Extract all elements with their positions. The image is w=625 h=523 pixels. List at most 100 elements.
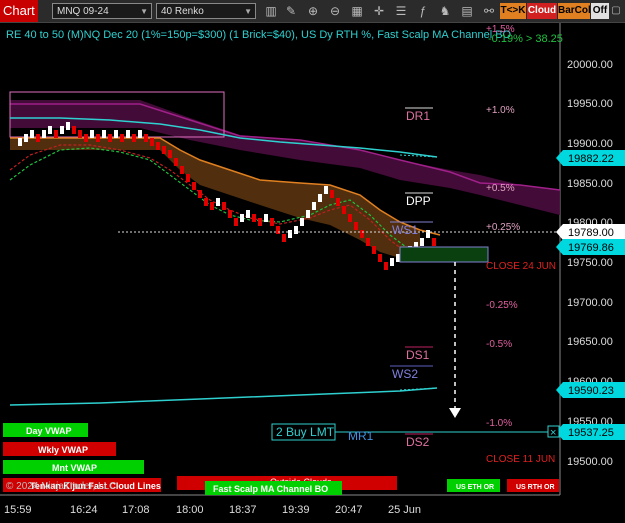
- renko-brick: [138, 130, 142, 138]
- renko-brick: [300, 218, 304, 226]
- renko-brick: [156, 142, 160, 150]
- pencil-icon[interactable]: ✎: [284, 4, 298, 18]
- renko-brick: [330, 190, 334, 198]
- bar-type-label: 40 Renko: [161, 6, 204, 17]
- renko-brick: [54, 130, 58, 138]
- renko-brick: [114, 130, 118, 138]
- more-icon[interactable]: ▢: [610, 4, 622, 18]
- pct-label: +1.0%: [486, 105, 515, 116]
- renko-brick: [246, 210, 250, 218]
- y-tick: 19900.00: [567, 138, 613, 150]
- renko-brick: [210, 202, 214, 210]
- bar-type-selector[interactable]: 40 Renko ▼: [156, 3, 256, 19]
- ds2-label: DS2: [406, 435, 430, 449]
- renko-brick: [168, 150, 172, 158]
- barcol-toggle-button[interactable]: BarCol: [558, 3, 591, 19]
- instrument-label: MNQ 09-24: [57, 6, 109, 17]
- renko-brick: [144, 134, 148, 142]
- renko-brick: [324, 186, 328, 194]
- legend-text: Mnt VWAP: [52, 463, 97, 473]
- x-tick: 17:08: [122, 504, 150, 516]
- price-tag-text: 19590.23: [568, 385, 614, 397]
- renko-brick: [234, 218, 238, 226]
- cyan-lower-line: [9, 387, 438, 406]
- mr1-label: MR1: [348, 429, 374, 443]
- renko-brick: [354, 222, 358, 230]
- copyright-text: © 2024 NinjaTrader, LLC: [6, 481, 116, 492]
- zoom-in-icon[interactable]: ⊕: [306, 4, 320, 18]
- renko-brick: [276, 226, 280, 234]
- legend-text: US RTH OR: [516, 484, 555, 491]
- legend-text: US ETH OR: [456, 484, 494, 491]
- strategies-icon[interactable]: ♞: [438, 4, 452, 18]
- bar-chart-icon[interactable]: ▥: [264, 4, 278, 18]
- renko-brick: [186, 174, 190, 182]
- renko-brick: [390, 258, 394, 266]
- renko-brick: [72, 126, 76, 134]
- pnl-readout: -0.19% > 38.25: [488, 33, 563, 45]
- data-box-icon[interactable]: ▦: [350, 4, 364, 18]
- zoom-out-icon[interactable]: ⊖: [328, 4, 342, 18]
- renko-brick: [102, 130, 106, 138]
- x-tick: 16:24: [70, 504, 98, 516]
- price-tag-text: 19882.22: [568, 153, 614, 165]
- x-tick: 15:59: [4, 504, 32, 516]
- renko-brick: [366, 238, 370, 246]
- indicators-icon[interactable]: ƒ: [416, 4, 430, 18]
- attach-icon[interactable]: ⚯: [482, 4, 496, 18]
- renko-brick: [396, 254, 400, 262]
- legend-text: Wkly VWAP: [38, 445, 88, 455]
- properties-icon[interactable]: ☰: [394, 4, 408, 18]
- renko-brick: [18, 138, 22, 146]
- x-tick: 18:00: [176, 504, 204, 516]
- chart-tab[interactable]: Chart: [0, 0, 38, 22]
- renko-brick: [132, 134, 136, 142]
- renko-brick: [306, 210, 310, 218]
- tk-toggle-button[interactable]: T<>K: [500, 3, 526, 19]
- renko-brick: [24, 134, 28, 142]
- price-tag-text: 19769.86: [568, 242, 614, 254]
- instrument-selector[interactable]: MNQ 09-24 ▼: [52, 3, 152, 19]
- dr1-label: DR1: [406, 109, 430, 123]
- pct-label: -1.0%: [486, 418, 512, 429]
- renko-brick: [318, 194, 322, 202]
- renko-brick: [192, 182, 196, 190]
- renko-brick: [348, 214, 352, 222]
- templates-icon[interactable]: ▤: [460, 4, 474, 18]
- y-tick: 19950.00: [567, 98, 613, 110]
- renko-brick: [228, 210, 232, 218]
- renko-brick: [426, 230, 430, 238]
- renko-brick: [342, 206, 346, 214]
- renko-brick: [378, 254, 382, 262]
- renko-brick: [294, 226, 298, 234]
- renko-brick: [36, 134, 40, 142]
- renko-brick: [90, 130, 94, 138]
- renko-brick: [240, 214, 244, 222]
- renko-brick: [198, 190, 202, 198]
- renko-brick: [264, 214, 268, 222]
- renko-brick: [204, 198, 208, 206]
- renko-brick: [312, 202, 316, 210]
- renko-brick: [282, 234, 286, 242]
- renko-brick: [108, 134, 112, 142]
- close-24-label: CLOSE 24 JUN: [486, 261, 556, 272]
- ws2-label: WS2: [392, 367, 418, 381]
- crosshair-icon[interactable]: ✛: [372, 4, 386, 18]
- x-tick: 25 Jun: [388, 504, 421, 516]
- renko-brick: [126, 130, 130, 138]
- renko-brick: [360, 230, 364, 238]
- pct-label: +0.5%: [486, 183, 515, 194]
- renko-brick: [162, 146, 166, 154]
- chart-toolbar: Chart MNQ 09-24 ▼ 40 Renko ▼ ▥ ✎ ⊕ ⊖ ▦ ✛…: [0, 0, 625, 23]
- renko-brick: [96, 134, 100, 142]
- ds1-label: DS1: [406, 348, 430, 362]
- pct-label: -0.5%: [486, 339, 512, 350]
- close-icon: ×: [550, 427, 556, 439]
- price-chart[interactable]: 20000.00 19950.00 19900.00 19850.00 1980…: [0, 23, 625, 523]
- cloud-toggle-button[interactable]: Cloud: [527, 3, 557, 19]
- renko-brick: [372, 246, 376, 254]
- arrow-down-icon: [449, 408, 461, 418]
- renko-brick: [60, 126, 64, 134]
- order-label: 2 Buy LMT: [276, 425, 335, 439]
- off-toggle-button[interactable]: Off: [591, 3, 609, 19]
